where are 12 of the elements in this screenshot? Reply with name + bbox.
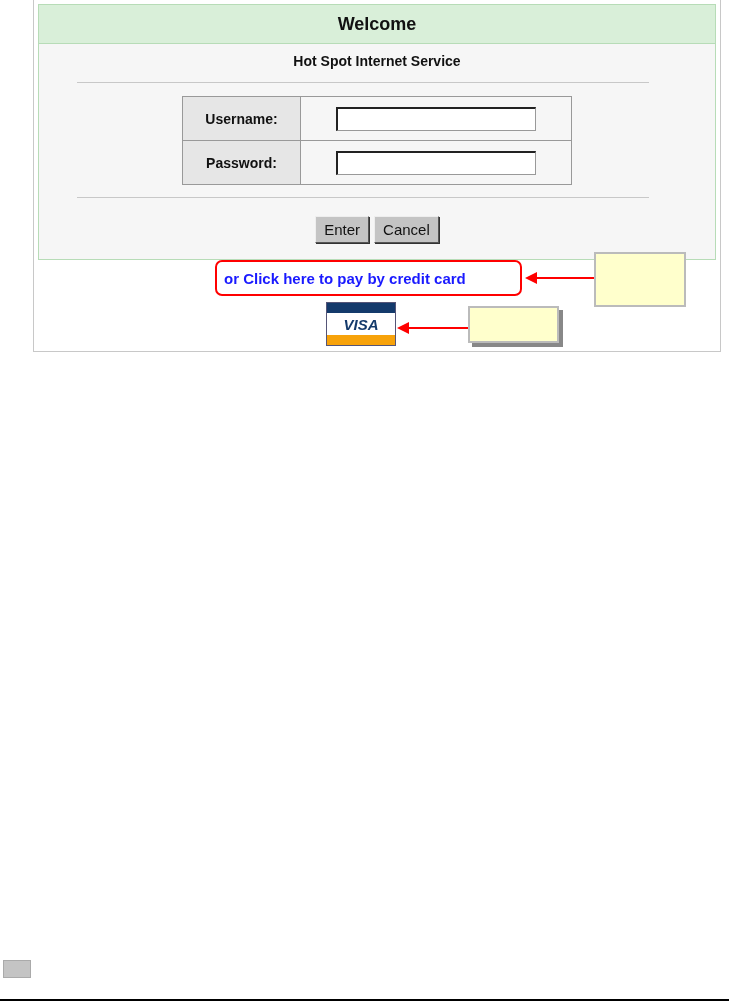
page-marker <box>3 960 31 978</box>
form-button[interactable]: Enter <box>315 216 370 243</box>
pay-link[interactable]: or Click here to pay by credit card <box>224 269 466 287</box>
pointer-arrow <box>525 272 596 284</box>
service-title: Hot Spot Internet Service <box>293 53 461 69</box>
panel-title: Welcome <box>337 13 417 35</box>
card-logo[interactable]: VISA <box>326 302 396 346</box>
input-field[interactable] <box>336 150 536 175</box>
input-field[interactable] <box>336 106 536 131</box>
form-button[interactable]: Cancel <box>374 216 439 243</box>
field-label: Password: <box>182 140 301 185</box>
field-label: Username: <box>182 96 301 141</box>
